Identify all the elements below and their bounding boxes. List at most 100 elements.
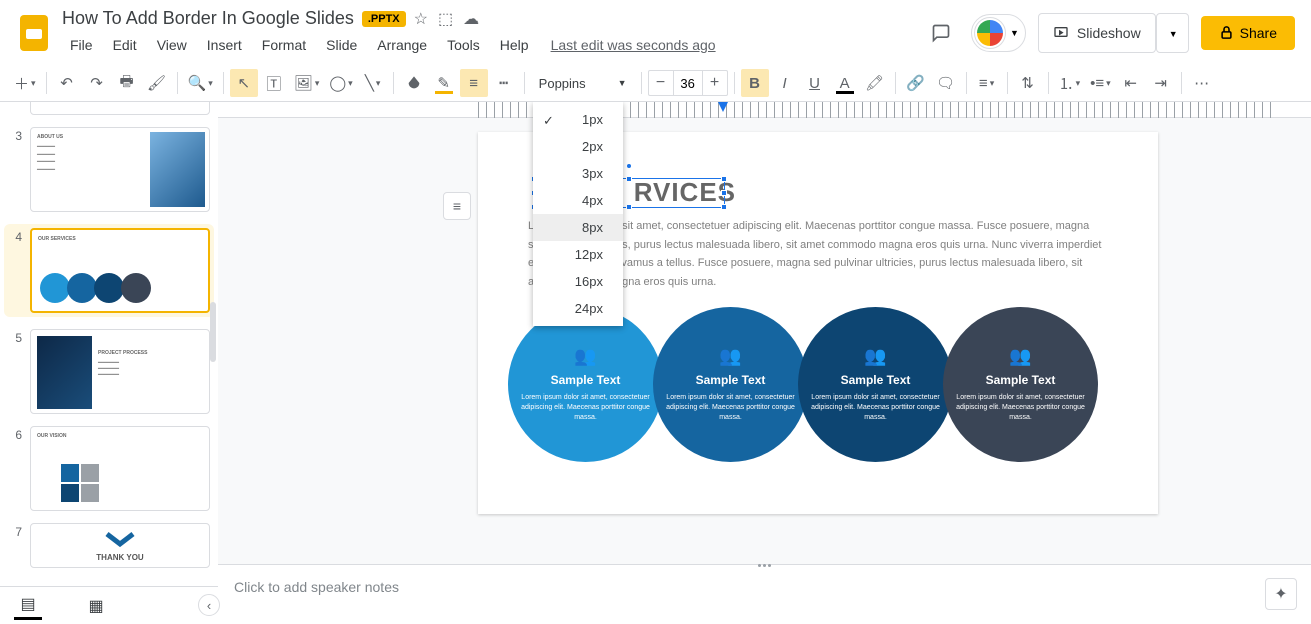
menu-help[interactable]: Help [492, 33, 537, 57]
menu-file[interactable]: File [62, 33, 101, 57]
star-icon[interactable]: ☆ [414, 9, 428, 29]
people-icon: 👥 [1009, 346, 1031, 367]
thumb-num: 3 [8, 127, 22, 143]
sel-handle-se[interactable] [721, 204, 727, 210]
people-icon: 👥 [864, 346, 886, 367]
redo-button[interactable]: ↷ [83, 69, 111, 97]
notes-placeholder: Click to add speaker notes [234, 579, 399, 595]
people-icon: 👥 [719, 346, 741, 367]
move-icon[interactable]: ⬚ [438, 9, 453, 29]
notes-drag-handle[interactable] [750, 564, 780, 567]
more-button[interactable]: ⋯ [1188, 69, 1216, 97]
border-weight-dropdown: ✓1px 2px 3px 4px 8px 12px 16px 24px [533, 102, 623, 326]
sel-handle-e[interactable] [721, 190, 727, 196]
textbox-tool[interactable]: 🅃 [260, 69, 288, 97]
menu-tools[interactable]: Tools [439, 33, 488, 57]
speaker-notes[interactable]: Click to add speaker notes [218, 564, 1311, 624]
sel-handle-ne[interactable] [721, 176, 727, 182]
last-edit-link[interactable]: Last edit was seconds ago [551, 37, 716, 53]
circle-3[interactable]: 👥Sample TextLorem ipsum dolor sit amet, … [798, 307, 953, 462]
main-area: 3 ABOUT US━━━━━━━━━━━━━━━━━━━━━━━━ 4 OUR… [0, 102, 1311, 611]
menu-arrange[interactable]: Arrange [369, 33, 435, 57]
check-icon: ✓ [543, 113, 554, 129]
insert-link-button[interactable]: 🔗 [902, 69, 930, 97]
menu-format[interactable]: Format [254, 33, 314, 57]
border-weight-8px[interactable]: 8px [533, 214, 623, 241]
slideshow-label: Slideshow [1077, 25, 1141, 41]
select-tool[interactable]: ↖ [230, 69, 258, 97]
slideshow-dropdown[interactable]: ▼ [1156, 13, 1189, 53]
grid-view-button[interactable]: ▦ [82, 592, 110, 620]
numbered-list-button[interactable]: ⒈▾ [1055, 69, 1085, 97]
circle-4[interactable]: 👥Sample TextLorem ipsum dolor sit amet, … [943, 307, 1098, 462]
share-label: Share [1240, 25, 1277, 41]
border-weight-2px[interactable]: 2px [533, 133, 623, 160]
thumb-num: 5 [8, 329, 22, 345]
line-tool[interactable]: ╲▾ [359, 69, 387, 97]
share-button[interactable]: Share [1201, 16, 1295, 50]
slide-thumb-6[interactable]: OUR VISION [30, 426, 210, 511]
underline-button[interactable]: U [801, 69, 829, 97]
align-hint-icon[interactable]: ≡ [443, 192, 471, 220]
border-weight-12px[interactable]: 12px [533, 241, 623, 268]
slide-thumb-4[interactable]: OUR SERVICES [30, 228, 210, 313]
menu-slide[interactable]: Slide [318, 33, 365, 57]
bold-button[interactable]: B [741, 69, 769, 97]
align-button[interactable]: ≡▾ [973, 69, 1001, 97]
border-weight-button[interactable]: ≡ [460, 69, 488, 97]
image-tool[interactable]: 🖼▾ [290, 69, 324, 97]
sel-handle-n[interactable] [626, 176, 632, 182]
shape-tool[interactable]: ◯▾ [325, 69, 356, 97]
menu-bar: File Edit View Insert Format Slide Arran… [62, 33, 923, 57]
slide-thumb-3[interactable]: ABOUT US━━━━━━━━━━━━━━━━━━━━━━━━ [30, 127, 210, 212]
border-weight-4px[interactable]: 4px [533, 187, 623, 214]
insert-comment-button[interactable]: 🗨 [932, 69, 960, 97]
menu-insert[interactable]: Insert [199, 33, 250, 57]
text-color-button[interactable]: A [831, 69, 859, 97]
bulleted-list-button[interactable]: •≡▾ [1086, 69, 1115, 97]
zoom-button[interactable]: 🔍▾ [184, 69, 217, 97]
print-button[interactable]: 🖶 [113, 69, 141, 97]
italic-button[interactable]: I [771, 69, 799, 97]
slide-thumb-2[interactable] [30, 102, 210, 115]
increase-indent-button[interactable]: ⇥ [1147, 69, 1175, 97]
meet-button[interactable]: ▼ [971, 14, 1026, 52]
border-weight-3px[interactable]: 3px [533, 160, 623, 187]
slide-thumb-5[interactable]: PROJECT PROCESS━━━━━━━━━━━━━━━━━━━━━ [30, 329, 210, 414]
border-weight-1px[interactable]: ✓1px [533, 106, 623, 133]
font-size-input[interactable] [673, 71, 703, 95]
horizontal-ruler [218, 102, 1311, 118]
sel-handle-s[interactable] [626, 204, 632, 210]
decrease-indent-button[interactable]: ⇤ [1117, 69, 1145, 97]
border-dash-button[interactable]: ┅ [490, 69, 518, 97]
border-weight-24px[interactable]: 24px [533, 295, 623, 322]
doc-title[interactable]: How To Add Border In Google Slides [62, 8, 354, 29]
circle-1[interactable]: 👥Sample TextLorem ipsum dolor sit amet, … [508, 307, 663, 462]
undo-button[interactable]: ↶ [53, 69, 81, 97]
cloud-icon[interactable]: ☁ [463, 9, 479, 29]
font-size-decrease[interactable]: − [649, 71, 673, 95]
new-slide-button[interactable]: ＋▾ [10, 69, 40, 97]
highlight-button[interactable]: 🖍 [861, 69, 889, 97]
border-weight-16px[interactable]: 16px [533, 268, 623, 295]
line-spacing-button[interactable]: ⇅ [1014, 69, 1042, 97]
comments-icon[interactable] [923, 15, 959, 51]
sidebar-scrollbar[interactable] [210, 302, 216, 362]
explore-button[interactable]: ✦ [1265, 578, 1297, 610]
paint-format-button[interactable]: 🖌 [143, 69, 171, 97]
sel-rotate-handle[interactable] [626, 163, 632, 169]
circles-row: 👥Sample TextLorem ipsum dolor sit amet, … [508, 307, 1088, 462]
menu-edit[interactable]: Edit [105, 33, 145, 57]
fill-color-button[interactable] [400, 69, 428, 97]
menu-view[interactable]: View [149, 33, 195, 57]
slide-thumb-7[interactable]: THANK YOU [30, 523, 210, 568]
thumb-num: 4 [8, 228, 22, 244]
slides-logo[interactable] [16, 15, 52, 51]
circle-2[interactable]: 👥Sample TextLorem ipsum dolor sit amet, … [653, 307, 808, 462]
border-color-button[interactable]: ✎ [430, 69, 458, 97]
collapse-panel-button[interactable]: ‹ [198, 594, 220, 616]
font-family-select[interactable]: Poppins▼ [531, 69, 635, 97]
slideshow-button[interactable]: Slideshow [1038, 13, 1156, 53]
font-size-increase[interactable]: + [703, 71, 727, 95]
filmstrip-view-button[interactable]: ▤ [14, 592, 42, 620]
